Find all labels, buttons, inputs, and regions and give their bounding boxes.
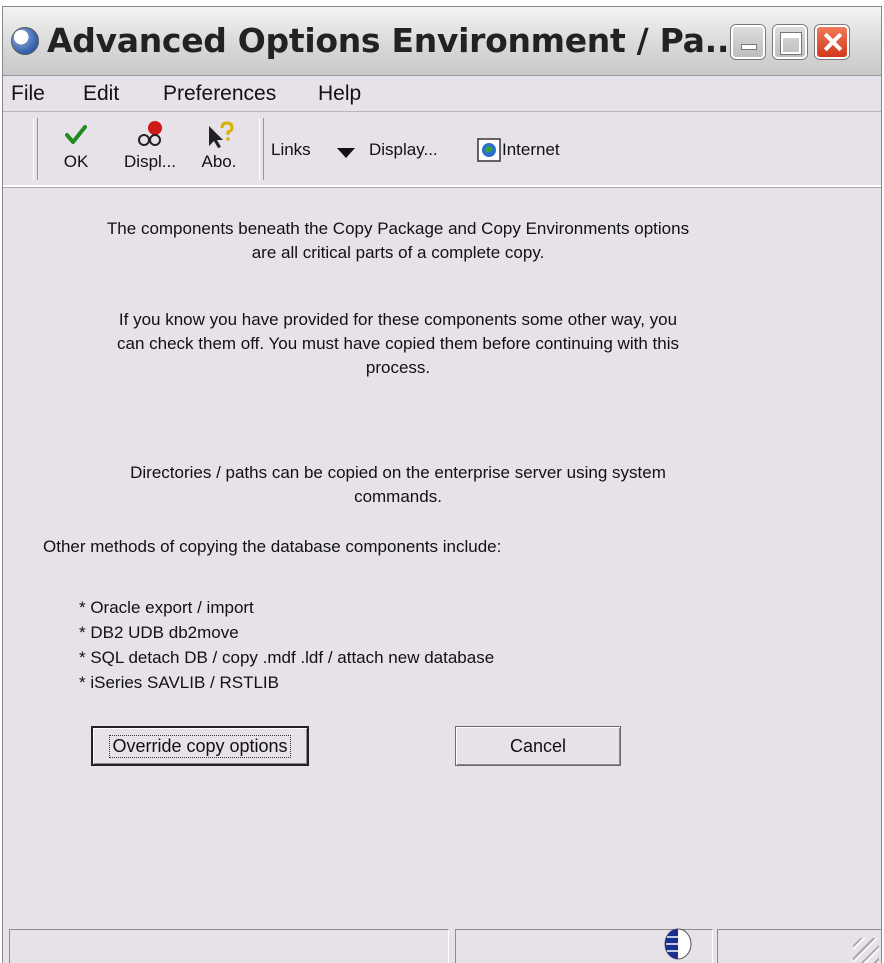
application-window: Advanced Options Environment / Pa... Fil… [2, 6, 882, 963]
dropdown-arrow-icon[interactable] [337, 148, 355, 158]
menu-preferences[interactable]: Preferences [163, 82, 276, 106]
intro-line-2: are all critical parts of a complete cop… [251, 243, 545, 262]
menu-bar: File Edit Preferences Help [3, 76, 881, 112]
status-pane-main [9, 929, 449, 963]
override-copy-options-button[interactable]: Override copy options [91, 726, 309, 766]
override-button-label: Override copy options [109, 734, 291, 758]
list-item: * SQL detach DB / copy .mdf .ldf / attac… [79, 648, 495, 667]
menu-file[interactable]: File [11, 82, 45, 106]
content-area: The components beneath the Copy Package … [3, 191, 881, 911]
menu-edit[interactable]: Edit [83, 82, 119, 106]
methods-list: * Oracle export / import * DB2 UDB db2mo… [79, 595, 494, 695]
links-menu[interactable]: Links [271, 140, 311, 160]
menu-help[interactable]: Help [318, 82, 361, 106]
list-item: * DB2 UDB db2move [79, 623, 239, 642]
about-label: Abo. [201, 152, 237, 171]
directories-paragraph: Directories / paths can be copied on the… [3, 461, 793, 509]
cancel-button[interactable]: Cancel [455, 726, 621, 766]
close-button[interactable] [815, 25, 849, 59]
minimize-button[interactable] [731, 25, 765, 59]
other-methods-heading: Other methods of copying the database co… [43, 537, 502, 556]
window-title: Advanced Options Environment / Pa... [47, 21, 742, 60]
toolbar-grip[interactable] [33, 118, 38, 180]
activity-globe-icon [664, 928, 692, 960]
app-globe-icon [11, 27, 39, 55]
check-off-line-1: If you know you have provided for these … [118, 310, 678, 329]
check-off-line-3: process. [365, 358, 431, 377]
intro-paragraph: The components beneath the Copy Package … [3, 217, 793, 265]
checkmark-icon [65, 125, 87, 144]
display-label: Displ... [124, 152, 176, 171]
maximize-button[interactable] [773, 25, 807, 59]
toolbar-separator [259, 118, 264, 180]
check-off-paragraph: If you know you have provided for these … [3, 308, 793, 380]
directories-line-1: Directories / paths can be copied on the… [130, 463, 666, 482]
display-button[interactable]: Displ... [119, 120, 181, 172]
ok-button[interactable]: OK [55, 120, 97, 172]
about-button[interactable]: Abo. [195, 120, 243, 172]
glasses-icon [138, 121, 162, 146]
question-pointer-icon [209, 121, 234, 148]
directories-line-2: commands. [354, 487, 442, 506]
cancel-button-label: Cancel [509, 735, 567, 756]
ok-label: OK [63, 152, 89, 171]
intro-line-1: The components beneath the Copy Package … [106, 219, 690, 238]
title-bar[interactable]: Advanced Options Environment / Pa... [3, 7, 881, 76]
list-item: * Oracle export / import [79, 598, 254, 617]
status-bar [3, 926, 881, 963]
internet-link[interactable]: Internet [502, 140, 560, 160]
check-off-line-2: can check them off. You must have copied… [117, 334, 679, 353]
display-menu[interactable]: Display... [369, 140, 438, 160]
resize-grip[interactable] [853, 938, 879, 963]
toolbar: OK Displ... Abo. Links Display... Intern… [3, 112, 881, 187]
list-item: * iSeries SAVLIB / RSTLIB [79, 673, 279, 692]
internet-icon[interactable] [477, 138, 501, 162]
